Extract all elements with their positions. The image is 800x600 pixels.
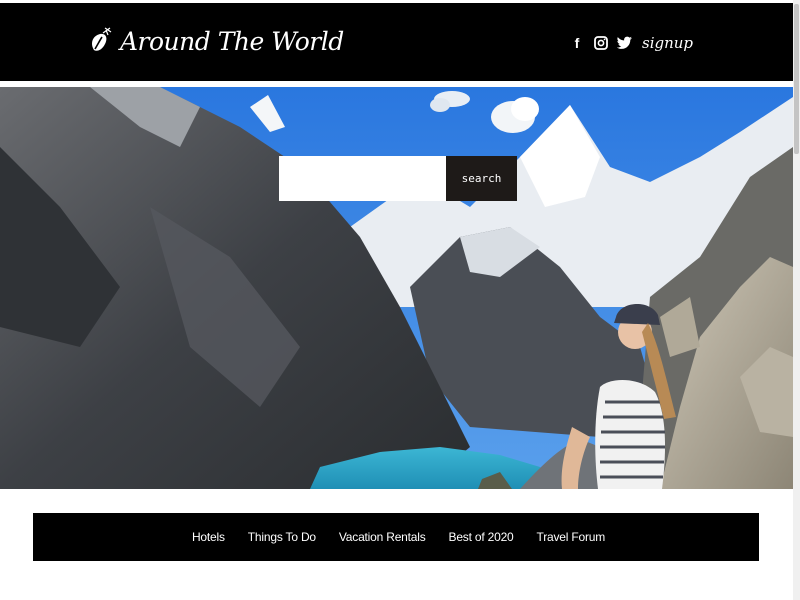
brand[interactable]: Around The World — [88, 21, 344, 61]
main-nav: Hotels Things To Do Vacation Rentals Bes… — [33, 513, 759, 561]
facebook-icon[interactable]: f — [568, 32, 586, 54]
page: Around The World f signup search Hotels … — [0, 0, 800, 600]
search-bar: search — [279, 156, 517, 201]
nav-item-hotels[interactable]: Hotels — [192, 530, 225, 544]
brand-title: Around The World — [120, 26, 344, 56]
instagram-icon[interactable] — [592, 32, 610, 54]
nav-item-best-of-2020[interactable]: Best of 2020 — [449, 530, 514, 544]
nav-item-vacation-rentals[interactable]: Vacation Rentals — [339, 530, 426, 544]
twitter-icon[interactable] — [616, 32, 634, 54]
search-button[interactable]: search — [446, 156, 517, 201]
nav-item-travel-forum[interactable]: Travel Forum — [537, 530, 606, 544]
leaf-logo-icon — [88, 26, 114, 56]
scrollbar-thumb[interactable] — [794, 4, 799, 154]
nav-item-things-to-do[interactable]: Things To Do — [248, 530, 316, 544]
social-links: f signup — [568, 29, 693, 57]
signup-link[interactable]: signup — [642, 34, 693, 52]
page-scrollbar[interactable] — [793, 0, 800, 600]
hero-banner: search — [0, 87, 793, 489]
hero-landscape-image — [0, 87, 793, 489]
site-header: Around The World f signup — [0, 3, 793, 81]
search-input[interactable] — [279, 156, 446, 201]
